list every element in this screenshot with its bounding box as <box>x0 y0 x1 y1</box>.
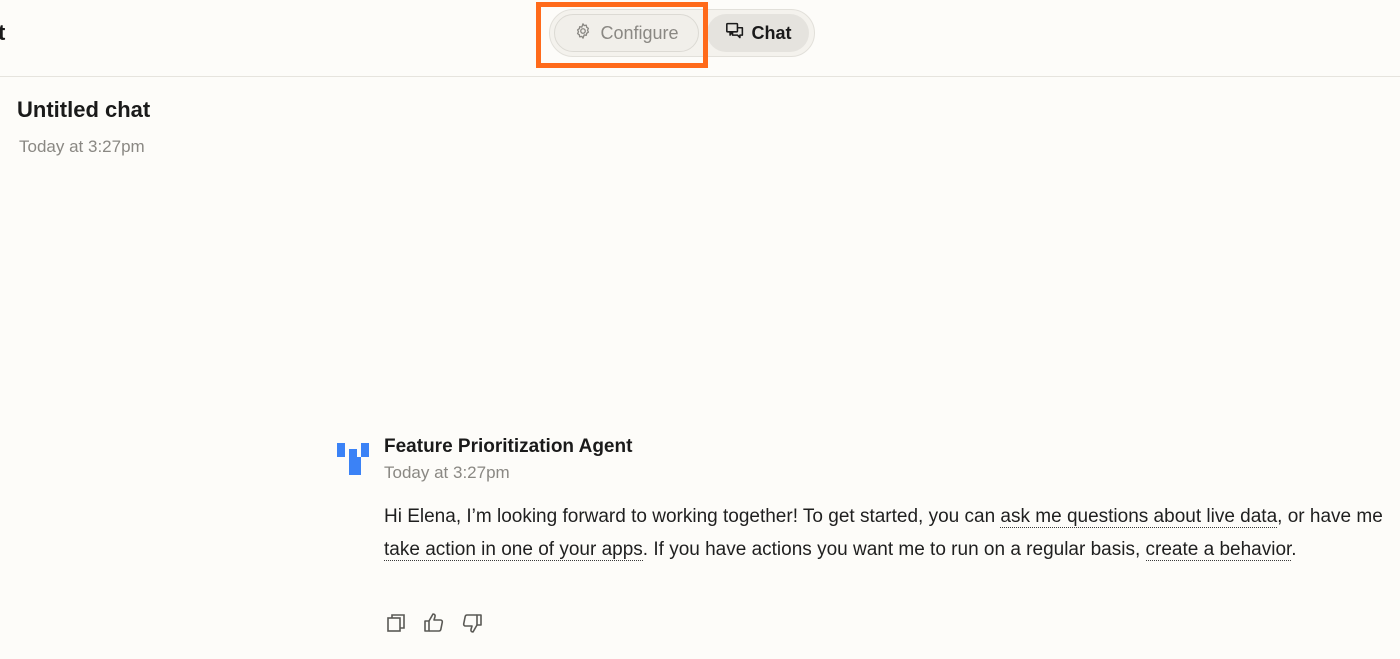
thumbs-up-button[interactable] <box>422 612 446 638</box>
chat-label: Chat <box>751 22 792 43</box>
configure-label: Configure <box>600 22 679 43</box>
gear-icon <box>574 22 592 45</box>
chat-title: Untitled chat <box>17 97 151 122</box>
ask-questions-link[interactable]: ask me questions about live data <box>1000 506 1278 528</box>
chat-bubbles-icon <box>725 22 745 45</box>
thumbs-down-icon <box>461 613 483 638</box>
agent-name: Feature Prioritization Agent <box>384 436 633 457</box>
message-actions <box>384 612 484 638</box>
thumbs-up-icon <box>423 612 445 638</box>
copy-button[interactable] <box>384 613 408 637</box>
message-text-1: Hi Elena, I’m looking forward to working… <box>384 506 1001 527</box>
thumbs-down-button[interactable] <box>460 613 484 637</box>
agent-logo-icon <box>337 443 369 475</box>
copy-icon <box>386 613 406 638</box>
top-bar: t Configure Chat <box>0 0 1400 77</box>
take-action-link[interactable]: take action in one of your apps <box>384 539 643 561</box>
configure-button[interactable]: Configure <box>554 14 699 52</box>
message-body: Hi Elena, I’m looking forward to working… <box>384 500 1384 566</box>
chat-button[interactable]: Chat <box>707 14 809 52</box>
message-text-3: . If you have actions you want me to run… <box>642 539 1146 560</box>
chat-timestamp: Today at 3:27pm <box>19 137 145 156</box>
create-behavior-link[interactable]: create a behavior <box>1145 539 1292 561</box>
message-timestamp: Today at 3:27pm <box>384 463 510 482</box>
page-title-cut: t <box>0 20 6 45</box>
message-text-4: . <box>1291 539 1297 560</box>
mode-toggle: Configure Chat <box>549 9 815 57</box>
message-text-2: , or have me <box>1277 506 1383 527</box>
